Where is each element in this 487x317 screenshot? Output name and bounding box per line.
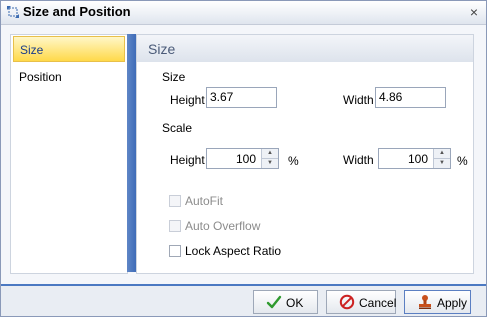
panel-splitter[interactable] bbox=[127, 34, 136, 272]
button-bar: OK Cancel Apply bbox=[1, 286, 486, 316]
category-nav: Size Position bbox=[10, 34, 128, 274]
height-input[interactable]: 3.67 bbox=[206, 87, 277, 108]
panel-header: Size bbox=[137, 35, 473, 62]
width-label: Width bbox=[343, 93, 374, 107]
apply-label: Apply bbox=[437, 296, 468, 310]
scale-section-label: Scale bbox=[162, 121, 193, 135]
nav-item-size[interactable]: Size bbox=[13, 36, 125, 62]
spin-down-icon[interactable]: ▼ bbox=[434, 159, 450, 168]
scale-width-label: Width bbox=[343, 153, 374, 167]
cancel-label: Cancel bbox=[359, 296, 397, 310]
lock-aspect-checkbox[interactable] bbox=[169, 245, 181, 257]
size-position-dialog: Size and Position × Size Position Size S… bbox=[0, 0, 487, 317]
auto-overflow-label: Auto Overflow bbox=[185, 219, 261, 233]
resize-icon bbox=[6, 5, 20, 19]
width-input[interactable]: 4.86 bbox=[375, 87, 446, 108]
ok-label: OK bbox=[286, 296, 304, 310]
scale-height-spin-buttons: ▲ ▼ bbox=[261, 149, 278, 168]
cancel-button[interactable]: Cancel bbox=[326, 290, 396, 314]
spin-up-icon[interactable]: ▲ bbox=[262, 149, 278, 159]
autofit-label: AutoFit bbox=[185, 194, 224, 208]
apply-button[interactable]: Apply bbox=[404, 290, 471, 314]
close-icon[interactable]: × bbox=[467, 5, 481, 19]
scale-width-percent: % bbox=[457, 154, 468, 168]
size-panel: Size Size Height 3.67 Width 4.86 Scale H… bbox=[136, 34, 474, 274]
title-bar: Size and Position × bbox=[1, 1, 486, 25]
height-label: Height bbox=[170, 93, 205, 107]
ok-button[interactable]: OK bbox=[253, 290, 318, 314]
auto-overflow-checkbox[interactable] bbox=[169, 220, 181, 232]
scale-height-percent: % bbox=[288, 154, 299, 168]
checkmark-icon bbox=[266, 294, 282, 310]
lock-aspect-label: Lock Aspect Ratio bbox=[185, 244, 282, 258]
scale-width-value: 100 bbox=[407, 152, 428, 166]
dialog-title: Size and Position bbox=[23, 4, 131, 19]
panel-title: Size bbox=[148, 41, 176, 57]
stamp-icon bbox=[417, 294, 433, 310]
scale-width-spin-buttons: ▲ ▼ bbox=[433, 149, 450, 168]
nav-item-position[interactable]: Position bbox=[13, 64, 125, 90]
autofit-checkbox[interactable] bbox=[169, 195, 181, 207]
cancel-icon bbox=[339, 294, 355, 310]
scale-width-stepper[interactable]: 100 ▲ ▼ bbox=[378, 148, 451, 169]
spin-up-icon[interactable]: ▲ bbox=[434, 149, 450, 159]
spin-down-icon[interactable]: ▼ bbox=[262, 159, 278, 168]
scale-height-label: Height bbox=[170, 153, 205, 167]
size-section-label: Size bbox=[162, 70, 186, 84]
scale-height-value: 100 bbox=[235, 152, 256, 166]
scale-height-stepper[interactable]: 100 ▲ ▼ bbox=[206, 148, 279, 169]
